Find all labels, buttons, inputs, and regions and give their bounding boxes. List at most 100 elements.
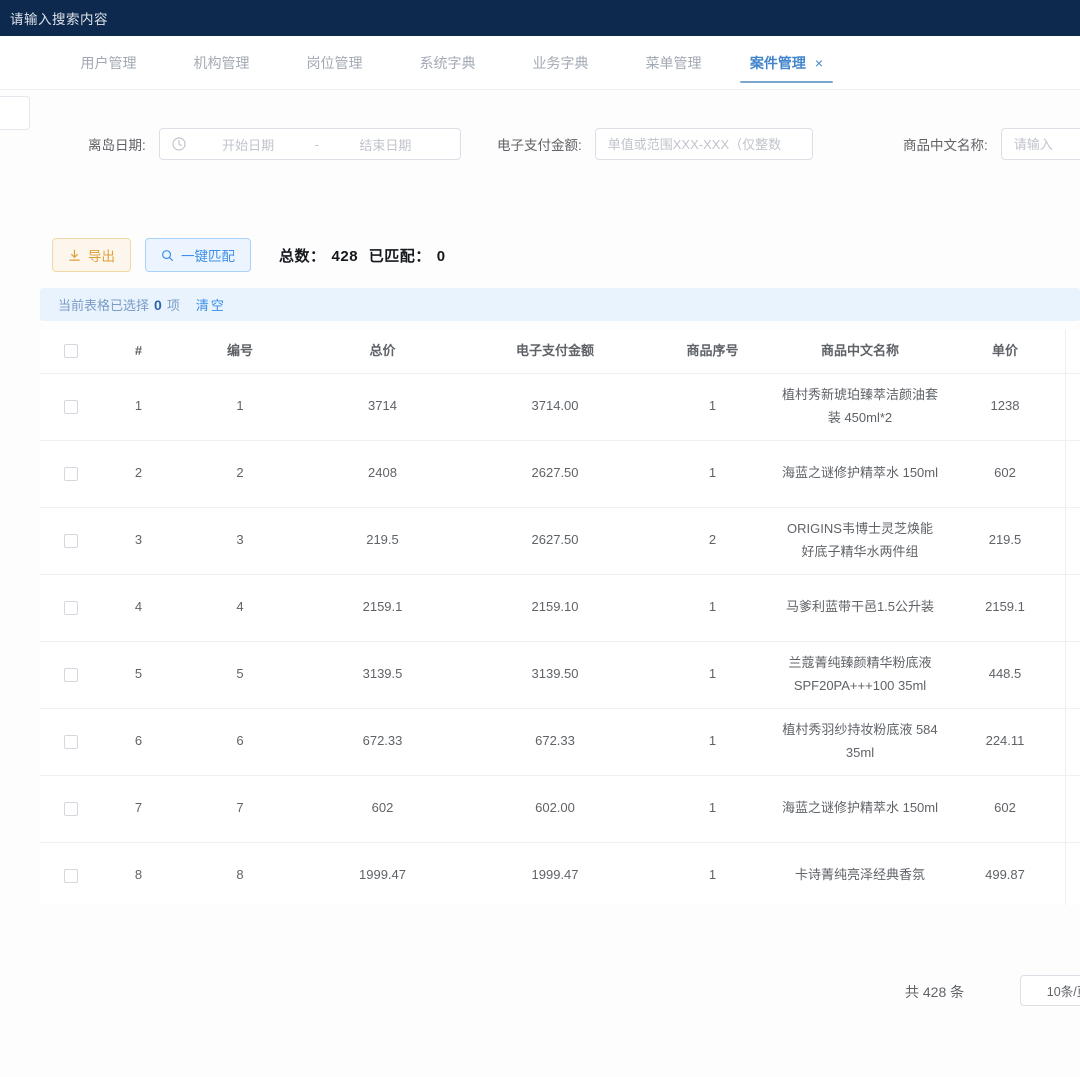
column-header: 商品序号 [650,330,775,373]
table-row: 553139.53139.501兰蔻菁纯臻颜精华粉底液SPF20PA+++100… [40,642,1080,709]
table-cell: 1999.47 [305,854,460,897]
table-cell: 5 [102,653,175,696]
row-checkbox-cell [40,859,102,893]
tab-3[interactable]: 岗位管理 [278,36,391,89]
tab-label: 系统字典 [420,53,476,73]
table-cell: 8 [175,854,305,897]
row-checkbox[interactable] [64,735,78,749]
row-checkbox-cell [40,457,102,491]
tab-2[interactable]: 机构管理 [165,36,278,89]
header-search-input[interactable]: 请输入搜索内容 [10,8,108,28]
column-header: 单价 [945,330,1065,373]
tab-label: 机构管理 [194,53,250,73]
row-checkbox[interactable] [64,668,78,682]
row-checkbox[interactable] [64,601,78,615]
table-cell: 3139.50 [460,653,650,696]
table-cell: 卡诗菁纯亮泽经典香氛 [775,854,945,897]
matched-value: 0 [437,248,446,265]
table-cell: 6 [102,720,175,763]
table-cell: 2159.1 [945,586,1065,629]
table-cell: 2 [650,519,775,562]
selection-info-bar: 当前表格已选择 0 项 清空 [40,288,1080,321]
match-stats: 总数：428 已匹配：0 [279,245,452,266]
tab-bar: 用户管理 机构管理 岗位管理 系统字典 业务字典 菜单管理 案件管理 × [0,36,1080,90]
page-size-select[interactable]: 10条/页 [1020,975,1080,1006]
filter-product-name: 商品中文名称: [903,128,1080,160]
table-cell: 1 [650,385,775,428]
table-row: 66672.33672.331植村秀羽纱持妆粉底液 584 35ml224.11 [40,709,1080,776]
table-cell: 2 [175,452,305,495]
row-checkbox[interactable] [64,467,78,481]
one-click-match-label: 一键匹配 [181,245,235,265]
table-cell: 3714 [305,385,460,428]
table-cell: 1999.47 [460,854,650,897]
clipped-side-panel [0,96,30,130]
cases-table: #编号总价电子支付金额商品序号商品中文名称单价1137143714.001植村秀… [40,330,1080,905]
table-row: 881999.471999.471卡诗菁纯亮泽经典香氛499.87 [40,843,1080,905]
table-cell: ORIGINS韦博士灵芝焕能好底子精华水两件组 [775,508,945,574]
column-header: 电子支付金额 [460,330,650,373]
table-cell: 602 [945,787,1065,830]
table-cell: 兰蔻菁纯臻颜精华粉底液SPF20PA+++100 35ml [775,642,945,708]
tab-label: 用户管理 [81,53,137,73]
tab-5[interactable]: 业务字典 [504,36,617,89]
table-cell: 2627.50 [460,519,650,562]
tab-7[interactable]: 案件管理 × [730,36,843,89]
table-cell: 1 [102,385,175,428]
date-range-picker[interactable]: 开始日期 - 结束日期 [159,128,461,160]
clear-selection-link[interactable]: 清空 [196,295,226,314]
toolbar: 导出 一键匹配 总数：428 已匹配：0 [52,238,452,272]
date-range-separator: - [311,137,323,152]
table-cell: 马爹利蓝带干邑1.5公升装 [775,586,945,629]
tab-label: 案件管理 [750,53,806,73]
tab-6[interactable]: 菜单管理 [617,36,730,89]
search-icon [161,249,174,262]
table-row: 2224082627.501海蓝之谜修护精萃水 150ml602 [40,441,1080,508]
end-date-placeholder[interactable]: 结束日期 [323,135,448,154]
table-cell: 602 [305,787,460,830]
table-cell: 6 [175,720,305,763]
table-cell: 1 [650,854,775,897]
tab-close-icon[interactable]: × [815,55,823,71]
table-cell: 448.5 [945,653,1065,696]
row-checkbox-cell [40,658,102,692]
column-header: 总价 [305,330,460,373]
total-value: 428 [332,248,359,265]
export-button[interactable]: 导出 [52,238,131,272]
epayment-amount-input[interactable] [595,128,813,160]
row-checkbox[interactable] [64,802,78,816]
one-click-match-button[interactable]: 一键匹配 [145,238,251,272]
product-name-input[interactable] [1001,128,1080,160]
table-cell: 4 [102,586,175,629]
selection-prefix: 当前表格已选择 [58,295,149,314]
table-cell: 2408 [305,452,460,495]
export-button-label: 导出 [88,245,115,265]
row-checkbox[interactable] [64,400,78,414]
table-cell: 1 [650,452,775,495]
tab-4[interactable]: 系统字典 [391,36,504,89]
filter-departure-date: 离岛日期: 开始日期 - 结束日期 [88,128,461,160]
table-cell: 5 [175,653,305,696]
table-cell: 8 [102,854,175,897]
table-cell: 海蓝之谜修护精萃水 150ml [775,452,945,495]
page: 请输入搜索内容 用户管理 机构管理 岗位管理 系统字典 业务字典 菜单管理 案件管理 × 离岛… [0,0,1080,1077]
tab-label: 菜单管理 [646,53,702,73]
table-cell: 2159.10 [460,586,650,629]
row-checkbox[interactable] [64,534,78,548]
table-cell: 1 [175,385,305,428]
selection-suffix: 项 [167,295,180,314]
table-row: 442159.12159.101马爹利蓝带干邑1.5公升装2159.1 [40,575,1080,642]
table-cell: 1 [650,586,775,629]
table-cell: 2159.1 [305,586,460,629]
table-cell: 海蓝之谜修护精萃水 150ml [775,787,945,830]
tab-1[interactable]: 用户管理 [52,36,165,89]
start-date-placeholder[interactable]: 开始日期 [186,135,311,154]
table-cell: 1 [650,787,775,830]
table-cell: 1 [650,653,775,696]
filter-epayment-amount: 电子支付金额: [497,128,813,160]
table-cell: 219.5 [305,519,460,562]
table-cell: 499.87 [945,854,1065,897]
row-checkbox[interactable] [64,869,78,883]
header-select-all-cell [40,334,102,368]
select-all-checkbox[interactable] [64,344,78,358]
